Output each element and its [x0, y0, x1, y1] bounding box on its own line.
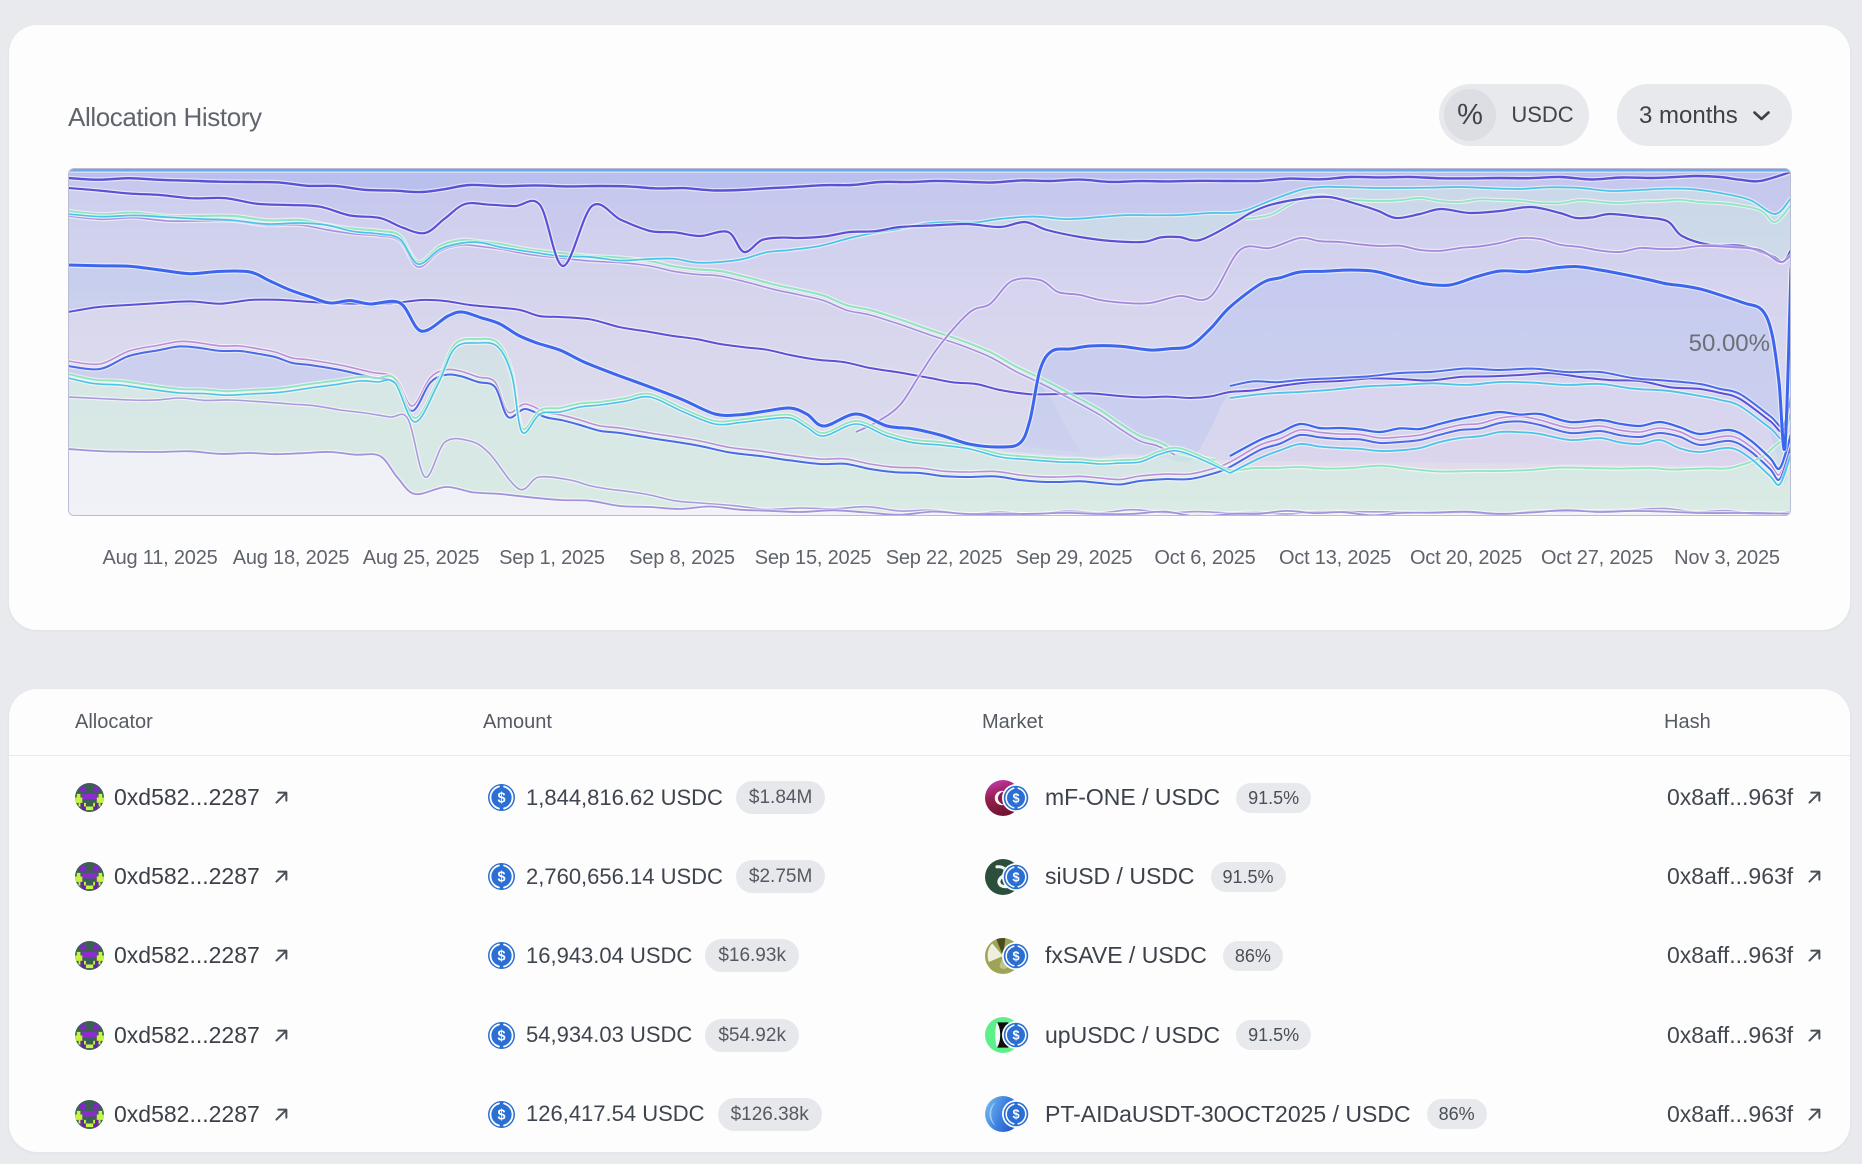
svg-text:$: $ — [1012, 949, 1019, 963]
svg-text:$: $ — [497, 1107, 505, 1123]
svg-text:$: $ — [1012, 1108, 1019, 1122]
svg-text:$: $ — [1012, 1029, 1019, 1043]
svg-text:$: $ — [497, 791, 505, 807]
svg-text:$: $ — [1012, 870, 1019, 884]
svg-text:$: $ — [497, 949, 505, 965]
svg-text:$: $ — [1012, 791, 1019, 805]
svg-text:$: $ — [497, 1028, 505, 1044]
svg-text:$: $ — [497, 870, 505, 886]
